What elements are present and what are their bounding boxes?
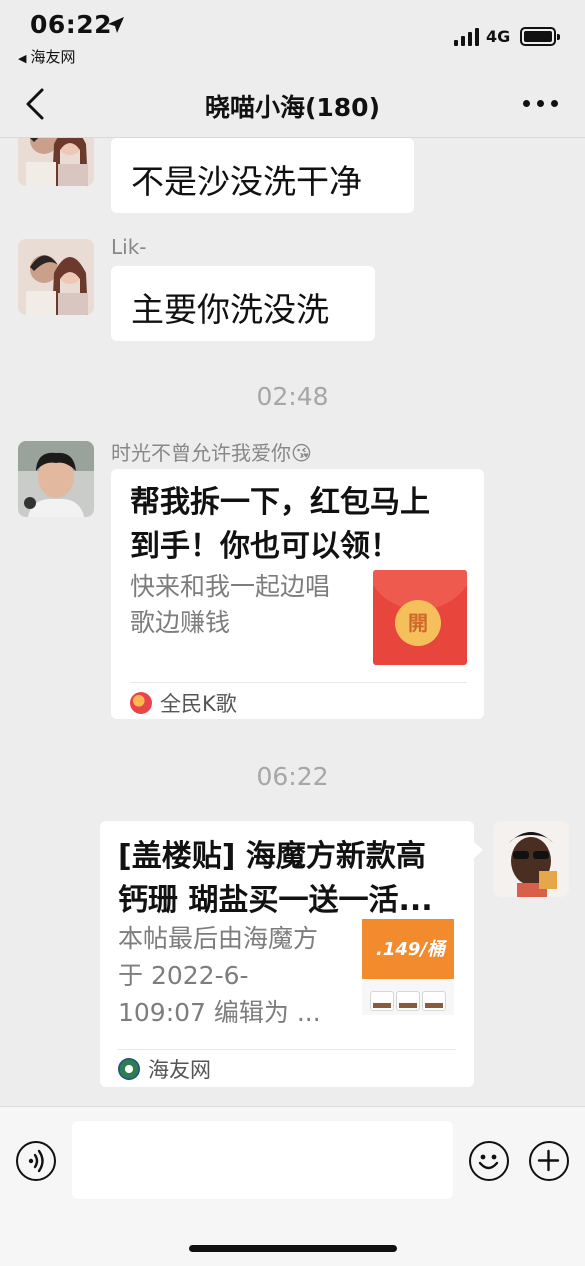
cellular-signal-icon [454,28,480,46]
card-description-line: 歌边赚钱 [130,608,231,637]
bubble-tail [473,841,483,859]
card-description-line: 于 2022-6- [118,961,249,990]
card-title-line: [盖楼贴] 海魔方新款高 [118,839,426,874]
avatar[interactable] [18,441,94,517]
card-divider [130,682,467,683]
share-card-link[interactable]: [盖楼贴] 海魔方新款高 钙珊 瑚盐买一送一活... 本帖最后由海魔方 于 20… [100,821,474,1087]
card-title-line: 到手！你也可以领！ [130,529,400,564]
emoji-icon[interactable] [469,1141,509,1181]
card-description-line: 快来和我一起边唱 [130,572,331,601]
card-source-label: 海友网 [148,1058,211,1082]
status-time: 06:22 [30,10,113,39]
message-input[interactable] [72,1121,453,1199]
avatar[interactable] [18,138,94,186]
message-text: 不是沙没洗干净 [131,162,362,201]
message-bubble[interactable]: 不是沙没洗干净 [111,138,414,213]
chat-message-list[interactable]: 不是沙没洗干净 Lik- 主要你洗没洗 02:48 时光不曾允许我爱你😘 帮我拆… [0,138,585,1106]
red-packet-thumbnail: 開 [373,570,467,665]
chat-title: 晓喵小海(180) [204,93,381,122]
sender-name: Lik- [111,235,147,259]
chat-nav-bar: 晓喵小海(180) [0,72,585,138]
share-card-redpacket[interactable]: 帮我拆一下，红包马上 到手！你也可以领！ 快来和我一起边唱 歌边赚钱 開 全民K… [111,469,484,719]
avatar[interactable] [493,821,569,897]
thumbnail-price: .149/桶 [376,939,445,960]
haiyouwang-site-icon [118,1058,140,1080]
status-bar: 06:22 ◀ 海友网 4G [0,0,585,72]
card-title-line: 帮我拆一下，红包马上 [130,485,430,520]
kge-app-icon [130,692,152,714]
location-arrow-icon [108,17,124,33]
back-to-app-link[interactable]: ◀ 海友网 [18,46,75,67]
card-title-line: 钙珊 瑚盐买一送一活... [118,883,433,918]
back-app-label: 海友网 [30,48,76,66]
battery-icon [520,27,560,46]
home-indicator[interactable] [189,1245,397,1252]
timestamp-separator: 06:22 [256,762,329,791]
card-description-line: 本帖最后由海魔方 [118,924,319,953]
chat-input-bar [0,1106,585,1266]
card-source: 全民K歌 [130,688,237,718]
card-source-label: 全民K歌 [160,692,237,716]
card-divider [118,1049,456,1050]
message-text: 主要你洗没洗 [131,290,329,329]
card-description-line: 109:07 编辑为 ... [118,998,321,1027]
more-dots-icon[interactable] [523,100,559,108]
plus-icon[interactable] [529,1141,569,1181]
voice-icon[interactable] [16,1141,56,1181]
article-thumbnail: .149/桶 [362,919,454,1015]
sender-name: 时光不曾允许我爱你😘 [111,441,312,465]
network-type: 4G [486,27,511,46]
avatar[interactable] [18,239,94,315]
back-triangle-icon: ◀ [18,52,27,65]
timestamp-separator: 02:48 [256,382,329,411]
message-bubble[interactable]: 主要你洗没洗 [111,266,375,341]
red-packet-coin: 開 [395,600,441,646]
card-source: 海友网 [118,1054,211,1084]
